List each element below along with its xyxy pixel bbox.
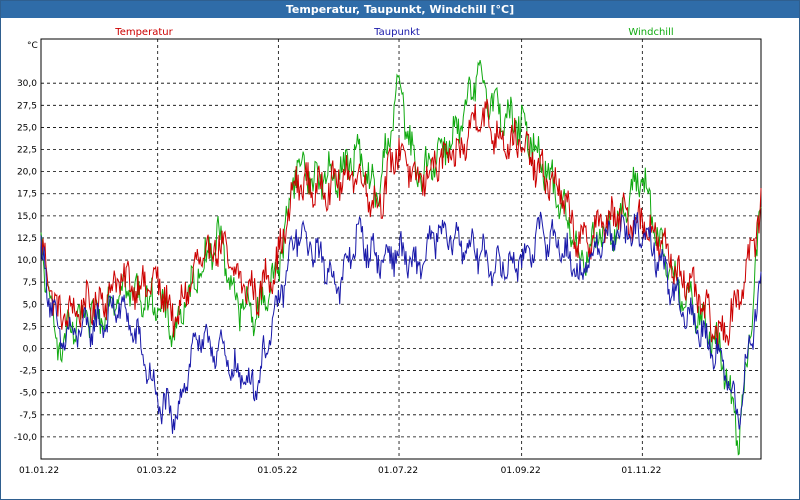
y-tick-label: -2,5 — [19, 367, 37, 377]
legend-item-temperatur: Temperatur — [114, 27, 173, 38]
y-tick-label: 22,5 — [17, 146, 37, 156]
y-tick-label: 5,0 — [23, 300, 38, 310]
series-line-taupunkt — [40, 211, 762, 434]
x-tick-label: 01.11.22 — [621, 466, 661, 476]
y-tick-labels: -10,0 -7,5 -5,0 -2,5 0,0 2,5 5,0 7,5 10,0 12,5 15,… — [14, 79, 38, 443]
y-tick-label: 2,5 — [23, 322, 37, 332]
y-tick-label: 0,0 — [23, 344, 38, 354]
x-tick-label: 01.01.22 — [19, 466, 59, 476]
series-line-windchill — [40, 59, 762, 456]
legend-item-windchill: Windchill — [628, 27, 673, 38]
y-tick-label: 30,0 — [17, 79, 37, 89]
chart-canvas: -10,0 -7,5 -5,0 -2,5 0,0 2,5 5,0 7,5 10,0 12,5 15,… — [14, 27, 762, 476]
x-tick-label: 01.07.22 — [378, 466, 418, 476]
y-tick-label: -5,0 — [19, 389, 37, 399]
y-tick-label: 7,5 — [23, 278, 37, 288]
grid-lines — [40, 38, 762, 460]
x-tick-label: 01.09.22 — [501, 466, 541, 476]
series-lines — [40, 59, 762, 456]
x-tick-label: 01.03.22 — [137, 466, 177, 476]
legend: Temperatur Taupunkt Windchill — [114, 27, 673, 38]
x-tick-labels: 01.01.22 01.03.22 01.05.22 01.07.22 01.09.22… — [19, 466, 661, 476]
y-tick-label: 27,5 — [17, 101, 37, 111]
y-tick-label: 17,5 — [17, 190, 37, 200]
y-tick-label: 10,0 — [17, 256, 37, 266]
y-tick-label: 25,0 — [17, 123, 37, 133]
y-tick-label: 20,0 — [17, 168, 37, 178]
chart-window: Temperatur, Taupunkt, Windchill [°C] -10… — [0, 0, 800, 500]
y-axis-label: °C — [27, 41, 38, 51]
y-tick-label: -7,5 — [19, 411, 37, 421]
y-tick-label: 12,5 — [17, 234, 37, 244]
y-tick-label: -10,0 — [14, 433, 38, 443]
y-tick-label: 15,0 — [17, 212, 37, 222]
legend-item-taupunkt: Taupunkt — [373, 27, 420, 38]
plot-frame — [40, 38, 762, 460]
x-tick-label: 01.05.22 — [257, 466, 297, 476]
